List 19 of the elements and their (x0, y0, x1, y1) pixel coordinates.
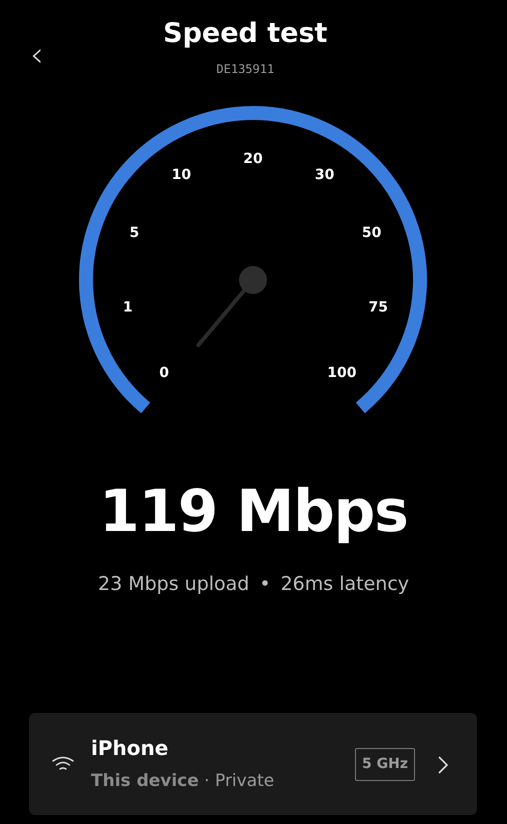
device-id: DE135911 (216, 61, 274, 78)
device-detail: This device · Private (91, 770, 276, 794)
gauge-label: 10 (172, 166, 192, 183)
gauge-label: 75 (368, 300, 388, 316)
page-title: Speed test (163, 18, 328, 50)
band-tag: 5 GHz (355, 748, 415, 780)
gauge-label: 20 (243, 151, 263, 167)
device-card[interactable]: iPhone This device · Private 5 GHz (29, 713, 477, 815)
upload-speed: 23 Mbps upload (98, 572, 250, 597)
device-name: iPhone (91, 735, 170, 762)
gauge-label: 0 (159, 365, 169, 382)
gauge-label: 1 (122, 300, 133, 316)
separator: • (259, 572, 271, 597)
gauge-label: 50 (362, 225, 382, 242)
gauge-label: 100 (327, 365, 357, 382)
gauge-label: 5 (129, 225, 140, 242)
back-button[interactable]: ‹ (30, 38, 44, 72)
latency: 26ms latency (280, 572, 410, 597)
gauge-label: 30 (314, 166, 334, 183)
